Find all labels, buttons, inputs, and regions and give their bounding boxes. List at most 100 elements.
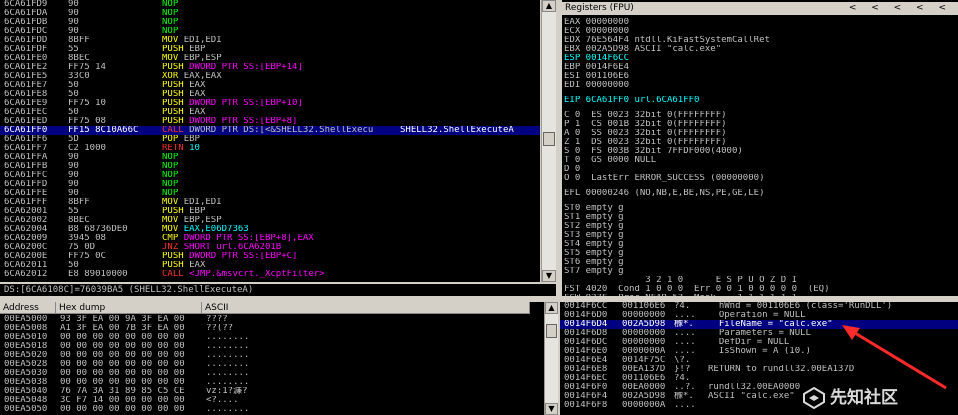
instruction-hex: 50 [68,261,79,270]
dump-row[interactable]: 00EA5050 00 00 00 00 00 00 00 00........ [0,405,544,414]
dump-row[interactable]: 00EA5018 00 00 00 00 00 00 00 00........ [0,342,544,351]
dump-scroll-thumb[interactable] [546,324,557,338]
register-line[interactable]: EBX 002A5D98 ASCII "calc.exe" [564,45,958,54]
dump-ascii-header[interactable]: ASCII [202,302,530,314]
register-line[interactable]: T 0 GS 0000 NULL [564,156,958,165]
instruction-address: 6CA61FD9 [4,0,48,9]
disasm-row[interactable]: 6CA61FDA 90 NOP [0,9,540,18]
disasm-row[interactable]: 6CA62009 3945 08 CMP DWORD PTR SS:[EBP+8],… [0,234,540,243]
dump-row[interactable]: 00EA5000 93 3F EA 00 9A 3F EA 00???? [0,315,544,324]
registers-pane[interactable]: Registers (FPU) < < < < < EAX 00000000 EC… [562,0,958,296]
instruction-text: PUSH DWORD PTR SS:[EBP+8] [162,117,398,126]
dump-row[interactable]: 00EA5030 00 00 00 00 00 00 00 00........ [0,369,544,378]
register-line[interactable]: S 0 FS 003B 32bit 7FFDF000(4000) [564,147,958,156]
register-line[interactable]: ESP 0014F6CC [564,54,958,63]
disasm-row[interactable]: 6CA6200E FF75 0C PUSH DWORD PTR SS:[EBP+C] [0,252,540,261]
register-line[interactable]: P 1 CS 001B 32bit 0(FFFFFFFF) [564,120,958,129]
disasm-row[interactable]: 6CA62004 B8 68736DE0 MOV EAX,E06D7363 [0,225,540,234]
register-nav-arrows[interactable]: < < < < < [849,2,952,15]
disasm-row[interactable]: 6CA61FED FF75 08 PUSH DWORD PTR SS:[EBP+8] [0,117,540,126]
register-line[interactable]: EDX 76E564F4 ntdll.KiFastSystemCallRet [564,36,958,45]
disasm-row[interactable]: 6CA61FDD 8BFF MOV EDI,EDI [0,36,540,45]
disasm-row[interactable]: 6CA62002 8BEC MOV EBP,ESP [0,216,540,225]
disasm-row[interactable]: 6CA61FEC 50 PUSH EAX [0,108,540,117]
disasm-row[interactable]: 6CA61FFA 90 NOP [0,153,540,162]
register-line[interactable]: EDI 00000000 [564,81,958,90]
disasm-row[interactable]: 6CA61FFD 90 NOP [0,180,540,189]
disasm-row[interactable]: 6CA61FFB 90 NOP [0,162,540,171]
register-line[interactable]: A 0 SS 0023 32bit 0(FFFFFFFF) [564,129,958,138]
stack-row[interactable]: 0014F6CC 001106E6 ?4. hWnd = 001106E6 (cla… [560,302,958,311]
register-line[interactable]: D 0 [564,165,958,174]
register-line[interactable]: EAX 00000000 [564,18,958,27]
dump-row[interactable]: 00EA5040 76 7A 3A 31 89 85 C5 CE vz:1?濂? [0,387,544,396]
dump-hex: 00 00 00 00 00 00 00 00 [60,378,185,387]
register-line[interactable]: ST3 empty g [564,231,958,240]
dump-hex: 00 00 00 00 00 00 00 00 [60,351,185,360]
disassembly-pane[interactable]: 6CA61FD9 90 NOP 6CA61FDA 90 NOP 6CA61FDB 90 NO… [0,0,540,282]
dump-row[interactable]: 00EA5038 00 00 00 00 00 00 00 00........ [0,378,544,387]
disasm-row[interactable]: 6CA62012 E8 89010000 CALL <JMP.&msvcrt._Xc… [0,270,540,279]
disasm-row[interactable]: 6CA61FFC 90 NOP [0,171,540,180]
register-line[interactable]: Z 1 DS 0023 32bit 0(FFFFFFFF) [564,138,958,147]
instruction-opcode: JNZ [162,243,179,252]
scroll-down-button[interactable]: ▼ [542,270,556,282]
register-line[interactable]: ST0 empty g [564,204,958,213]
disasm-row[interactable]: 6CA61FF7 C2 1000 RETN 10 [0,144,540,153]
instruction-hex: E8 89010000 [68,270,128,279]
dump-scrollbar[interactable]: ▲ ▼ [544,302,558,415]
disasm-row[interactable]: 6CA61FFF 8BFF MOV EDI,EDI [0,198,540,207]
register-line[interactable]: EIP 6CA61FF0 url.6CA61FF0 [564,96,958,105]
register-line[interactable]: ECX 00000000 [564,27,958,36]
disasm-row-selected[interactable]: 6CA61FF0 FF15 8C10A66C CALL DWORD PTR DS:[… [0,126,540,135]
register-line[interactable]: EBP 0014F6E4 [564,63,958,72]
stack-comment: IsShown = A (10.) [708,347,811,356]
scroll-thumb[interactable] [543,132,555,146]
dump-row[interactable]: 00EA5028 00 00 00 00 00 00 00 00........ [0,360,544,369]
memory-dump-pane[interactable]: Address Hex dump ASCII 00EA5000 93 3F EA … [0,302,544,415]
disasm-row[interactable]: 6CA61FE5 33C0 XOR EAX,EAX [0,72,540,81]
disasm-row[interactable]: 6CA61FE9 FF75 10 PUSH DWORD PTR SS:[EBP+10… [0,99,540,108]
disasm-row[interactable]: 6CA61FE0 8BEC MOV EBP,ESP [0,54,540,63]
disasm-row[interactable]: 6CA61FDB 90 NOP [0,18,540,27]
register-line[interactable]: O 0 LastErr ERROR_SUCCESS (00000000) [564,174,958,183]
register-line[interactable]: ST4 empty g [564,240,958,249]
dump-address-header[interactable]: Address [0,302,56,314]
disasm-row[interactable]: 6CA61FE8 50 PUSH EAX [0,90,540,99]
dump-row[interactable]: 00EA5008 A1 3F EA 00 7B 3F EA 00 ??(?? [0,324,544,333]
register-line[interactable]: FCW 027F Prec NEAR,53 Mask 1 1 1 1 1 1 [564,294,958,296]
disasm-row[interactable]: 6CA61FE7 50 PUSH EAX [0,81,540,90]
stack-row[interactable]: 0014F6D0 00000000.... Operation = NULL [560,311,958,320]
disasm-row[interactable]: 6CA61FE2 FF75 14 PUSH DWORD PTR SS:[EBP+14… [0,63,540,72]
register-line[interactable]: ESI 001106E6 [564,72,958,81]
dump-row[interactable]: 00EA5010 00 00 00 00 00 00 00 00........ [0,333,544,342]
disasm-row[interactable]: 6CA61FD9 90 NOP [0,0,540,9]
instruction-text: MOV EDI,EDI [162,198,398,207]
scroll-up-button[interactable]: ▲ [542,0,556,12]
register-line[interactable]: ST1 empty g [564,213,958,222]
dump-row[interactable]: 00EA5020 00 00 00 00 00 00 00 00........ [0,351,544,360]
register-line[interactable]: FST 4020 Cond 1 0 0 0 Err 0 0 1 0 0 0 0 … [564,285,958,294]
disasm-row[interactable]: 6CA61FFE 90 NOP [0,189,540,198]
register-line[interactable]: ST5 empty g [564,249,958,258]
disasm-row[interactable]: 6CA62001 55 PUSH EBP [0,207,540,216]
instruction-hex: FF15 8C10A66C [68,126,139,135]
register-line[interactable]: ST2 empty g [564,222,958,231]
instruction-address: 6CA61FF0 [4,126,48,135]
register-line[interactable]: ST6 empty g [564,258,958,267]
dump-scroll-down-button[interactable]: ▼ [545,403,558,415]
dump-row[interactable]: 00EA5048 3C F7 14 00 00 00 00 00 <?.... [0,396,544,405]
register-line[interactable]: C 0 ES 0023 32bit 0(FFFFFFFF) [564,111,958,120]
disasm-row[interactable]: 6CA61FF6 5D POP EBP [0,135,540,144]
dump-scroll-up-button[interactable]: ▲ [545,302,558,314]
disassembly-scrollbar[interactable]: ▲ ▼ [541,0,556,282]
register-line[interactable]: EFL 00000246 (NO,NB,E,BE,NS,PE,GE,LE) [564,189,958,198]
instruction-spacer [178,27,183,36]
disasm-row[interactable]: 6CA62011 50 PUSH EAX [0,261,540,270]
register-line[interactable]: 3 2 1 0 E S P U O Z D I [564,276,958,285]
disasm-row[interactable]: 6CA61FDC 90 NOP [0,27,540,36]
dump-hex-header[interactable]: Hex dump [56,302,202,314]
disasm-row[interactable]: 6CA61FDF 55 PUSH EBP [0,45,540,54]
disasm-row[interactable]: 6CA6200C 75 0D JNZ SHORT url.6CA6201B [0,243,540,252]
register-line[interactable]: ST7 empty g [564,267,958,276]
